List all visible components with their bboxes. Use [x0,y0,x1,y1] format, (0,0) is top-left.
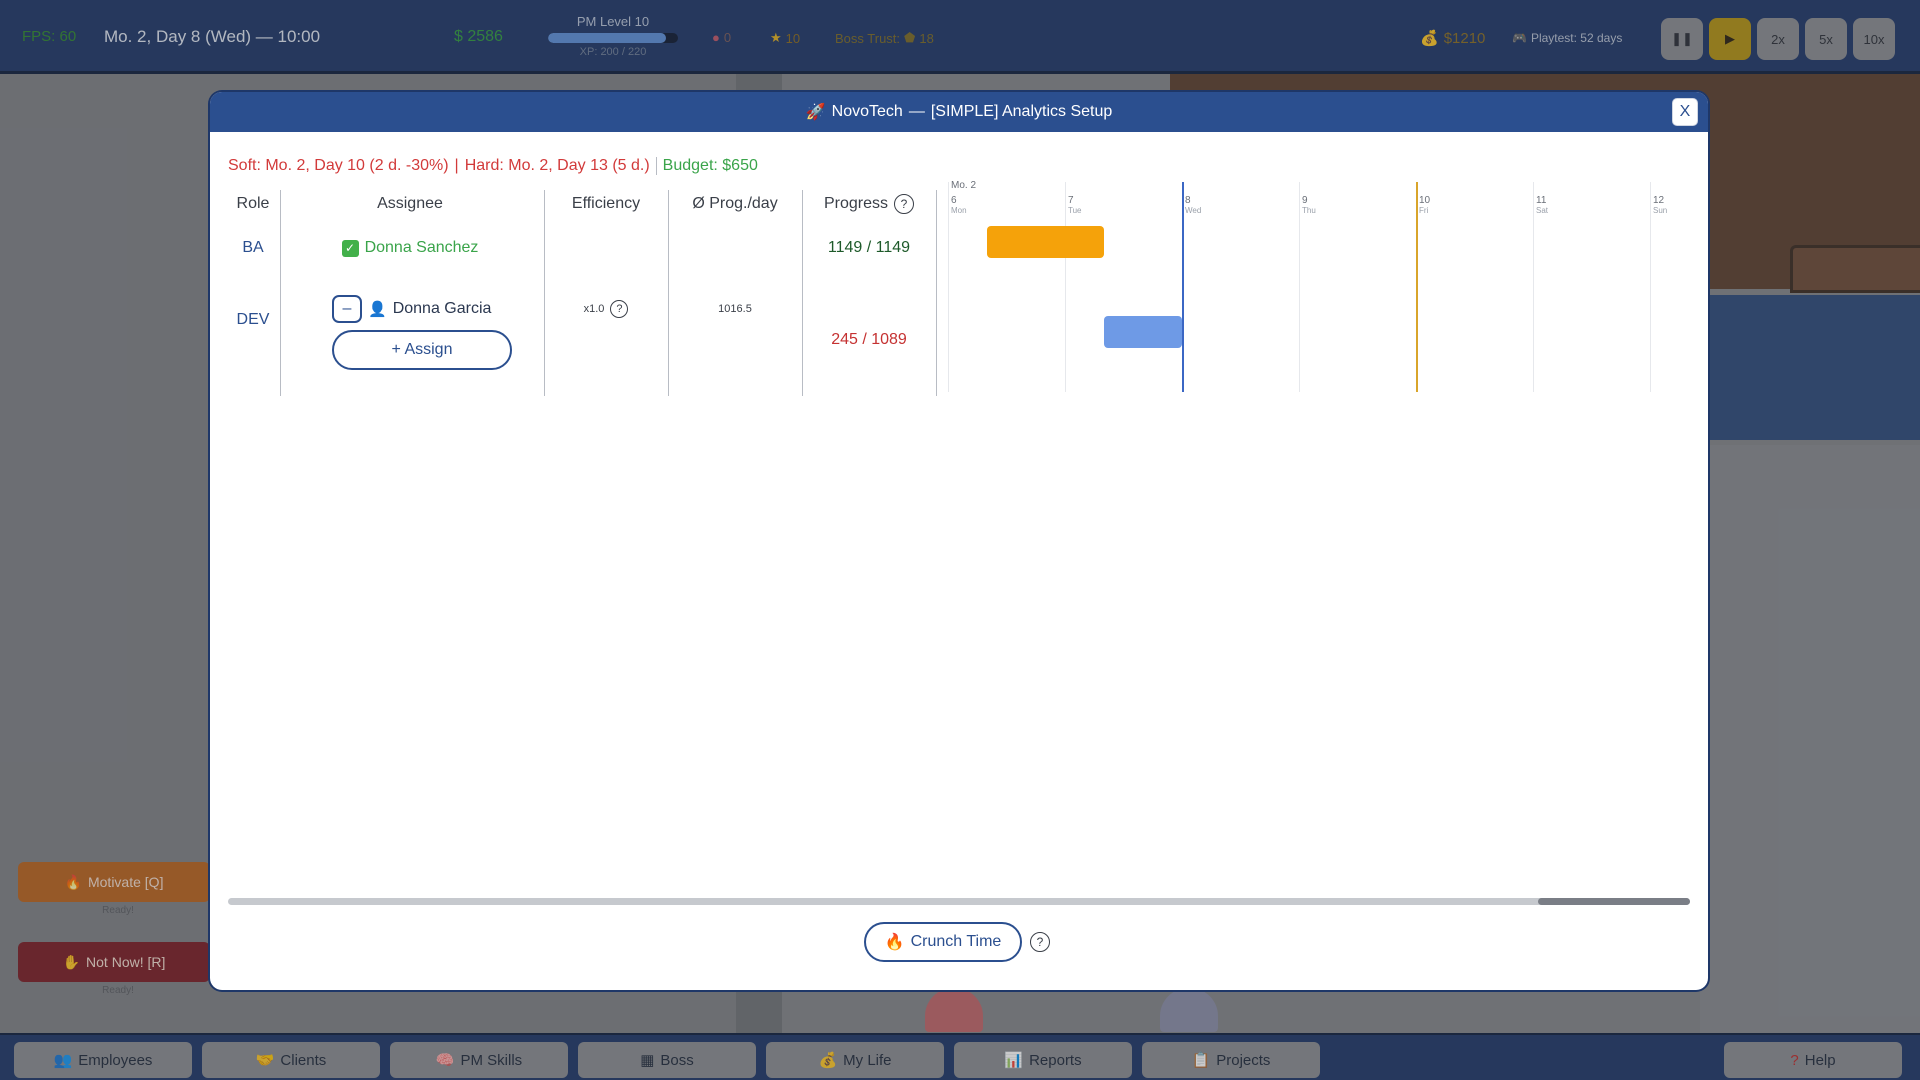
gantt-weekday: Mon [951,206,967,215]
progress-help-icon[interactable]: ? [894,194,915,214]
column-divider [544,190,545,396]
column-divider [280,190,281,396]
gantt-day-column: 12 Sun [1650,182,1708,392]
column-divider [802,190,803,396]
col-prog-day: Ø Prog./day [692,195,778,212]
hard-deadline: Hard: Mo. 2, Day 13 (5 d.) [464,157,650,174]
column-divider [668,190,669,396]
efficiency-dev: x1.0? [546,294,666,324]
crunch-help-icon[interactable]: ? [1030,932,1050,952]
deadline-separator: | [454,157,459,174]
col-progress: Progress? [804,184,934,224]
gantt-day-number: 8 [1185,195,1191,206]
gantt-weekday: Wed [1185,206,1202,215]
soft-deadline: Soft: Mo. 2, Day 10 (2 d. -30%) [228,157,449,174]
flame-icon: 🔥 [884,934,905,951]
col-assignee: Assignee [377,195,443,212]
deadline-info: Soft: Mo. 2, Day 10 (2 d. -30%) | Hard: … [228,157,758,175]
gantt-day-number: 10 [1419,195,1431,206]
gantt-bar-dev[interactable] [1103,316,1182,348]
efficiency-help-icon[interactable]: ? [610,300,629,318]
gantt-weekday: Thu [1302,206,1316,215]
budget: Budget: $650 [655,157,758,175]
modal-header: 🚀 NovoTech — [SIMPLE] Analytics Setup X [210,92,1708,132]
assignee-name[interactable]: Donna Garcia [393,300,492,318]
crunch-time-button[interactable]: 🔥 Crunch Time [864,922,1022,962]
checkmark-icon: ✓ [341,239,359,257]
project-modal: 🚀 NovoTech — [SIMPLE] Analytics Setup X … [210,92,1708,990]
col-role: Role [236,195,270,212]
scrollbar-thumb[interactable] [1538,898,1690,905]
crunch-time-label: Crunch Time [910,933,1002,950]
progress-header-label: Progress [823,195,889,212]
assignee-name: Donna Sanchez [364,239,479,256]
col-efficiency: Efficiency [571,195,641,212]
gantt-bar-ba[interactable] [986,226,1104,258]
rocket-icon: 🚀 [805,104,826,121]
gantt-day-column: 7 Tue [1065,182,1182,392]
role-dev: DEV [236,311,270,328]
gantt-day-column: 6 Mon [948,182,1065,392]
gantt-weekday: Sat [1536,206,1549,215]
progress-dev: 245 / 1089 [831,331,907,348]
gantt-day-number: 11 [1536,195,1547,206]
gantt-day-number: 12 [1653,195,1665,206]
gantt-day-number: 7 [1068,195,1074,206]
assign-cell: + Assign [332,330,512,370]
gantt-weekday: Fri [1419,206,1429,215]
gantt-day-column: 10 Fri [1416,182,1533,392]
gantt-weekday: Sun [1653,206,1668,215]
gantt-today-line [1182,182,1184,392]
gantt-chart: Mo. 2 6 Mon 7 Tue 8 Wed 9 Thu 10 Fri 11 Sat 12 Sun [948,180,1668,392]
company-name: NovoTech [831,103,903,120]
gantt-weekday: Tue [1068,206,1082,215]
horizontal-scrollbar[interactable] [228,898,1690,905]
progress-ba: 1149 / 1149 [827,239,911,256]
gantt-day-column: 8 Wed [1182,182,1299,392]
person-icon: 👤 [368,301,387,318]
gantt-day-column: 11 Sat [1533,182,1650,392]
gantt-day-number: 6 [951,195,957,206]
assignee-row: – 👤 Donna Garcia [332,294,532,324]
title-dash: — [908,103,925,120]
role-ba: BA [242,239,264,256]
assign-button[interactable]: + Assign [332,330,512,370]
close-button[interactable]: X [1672,98,1698,126]
prog-day-dev: 1016.5 [718,303,752,315]
efficiency-value: x1.0 [583,303,605,315]
column-divider [936,190,937,396]
project-title: [SIMPLE] Analytics Setup [930,103,1113,120]
remove-assignee-button[interactable]: – [332,295,362,323]
gantt-day-column: 9 Thu [1299,182,1416,392]
gantt-day-number: 9 [1302,195,1308,206]
gantt-soft-deadline-line [1416,182,1418,392]
assignee-done: ✓ Donna Sanchez [280,228,540,268]
